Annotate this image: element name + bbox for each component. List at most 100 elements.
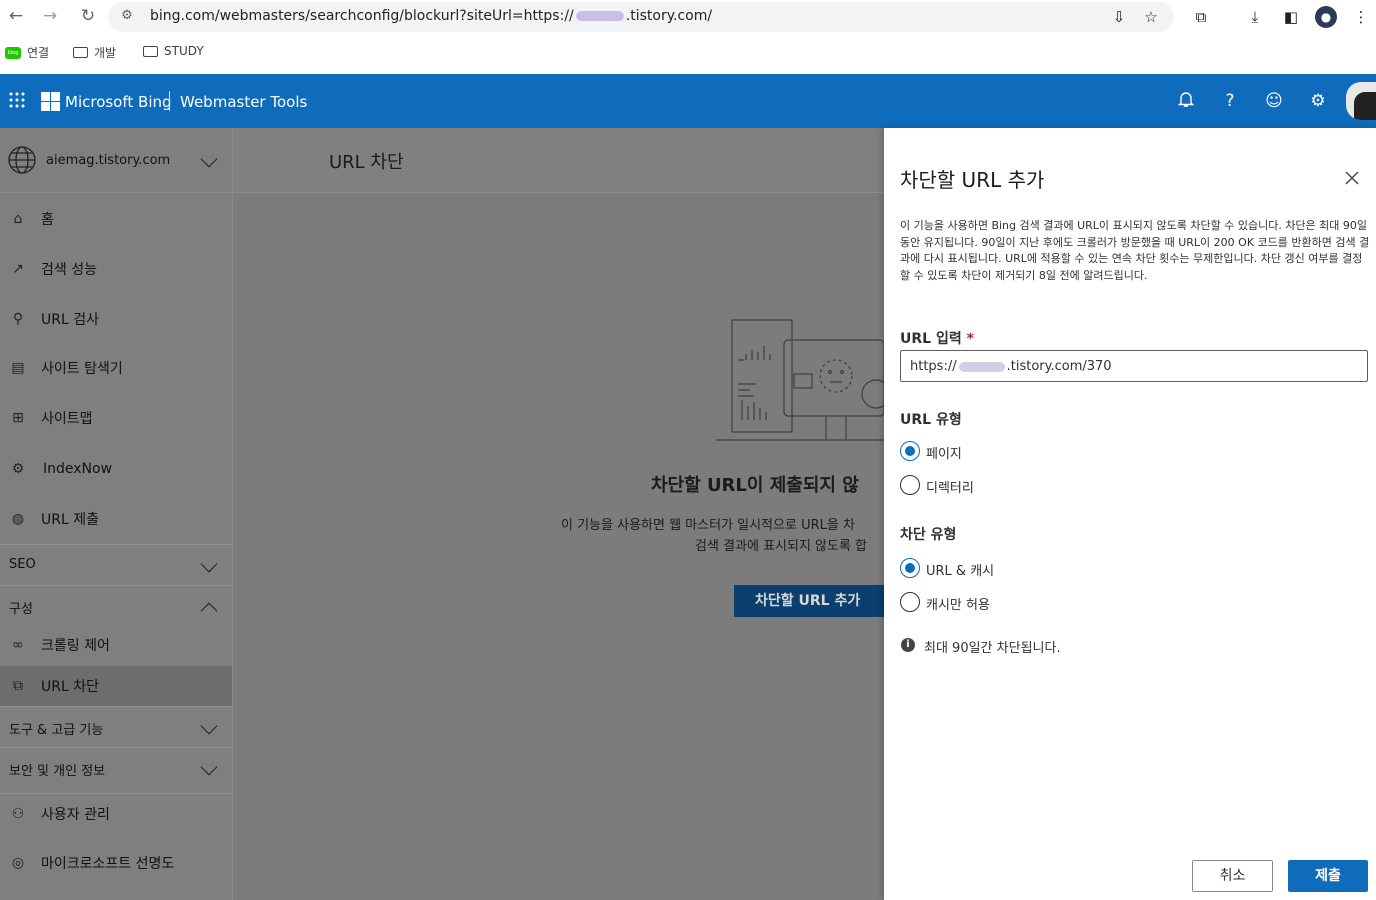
page-title: URL 차단	[329, 152, 404, 173]
folder-icon	[73, 47, 88, 58]
address-url-suffix: .tistory.com/	[625, 8, 713, 24]
url-type-label: URL 유형	[900, 412, 962, 428]
product-name[interactable]: Webmaster Tools	[180, 93, 307, 111]
site-name: aiemag.tistory.com	[46, 153, 171, 168]
add-block-url-panel: 차단할 URL 추가 이 기능을 사용하면 Bing 검색 결과에 URL이 표…	[884, 128, 1376, 900]
clarity-icon: ◎	[11, 855, 25, 871]
download-icon[interactable]: ⤓	[1244, 6, 1266, 28]
microsoft-logo-icon	[41, 92, 60, 111]
sidebar-item-sitemaps[interactable]: ⊞ 사이트맵	[0, 398, 232, 438]
chevron-down-icon	[200, 150, 218, 168]
radio-directory-label[interactable]: 디렉터리	[926, 477, 974, 496]
sidebar-item-label: 사용자 관리	[41, 806, 110, 823]
sitemap-icon: ⊞	[12, 410, 24, 426]
user-avatar[interactable]	[1346, 82, 1376, 120]
sidebar-item-clarity[interactable]: ◎ 마이크로소프트 선명도	[0, 843, 232, 883]
empty-state-title: 차단할 URL이 제출되지 않	[651, 475, 859, 496]
sidebar-item-label: 크롤링 제어	[41, 638, 110, 654]
forward-icon[interactable]: →	[38, 4, 62, 28]
profile-avatar[interactable]: ●	[1315, 6, 1337, 28]
sidebar-item-url-submission[interactable]: ◍ URL 제출	[0, 499, 232, 539]
sidebar-section-tools[interactable]: 도구 & 고급 기능	[0, 706, 232, 746]
reload-icon[interactable]: ↻	[76, 4, 100, 28]
sidebar-item-label: URL 차단	[41, 679, 99, 695]
address-url: bing.com/webmasters/searchconfig/blockur…	[150, 8, 712, 24]
document-icon: ▤	[11, 360, 25, 376]
back-icon[interactable]: ←	[4, 4, 28, 28]
section-label: SEO	[9, 557, 36, 572]
sidebar-item-label: 사이트맵	[41, 411, 93, 427]
panel-title: 차단할 URL 추가	[900, 168, 1045, 192]
sidebar-section-security[interactable]: 보안 및 개인 정보	[0, 747, 232, 787]
site-info-icon[interactable]: ⚙	[118, 8, 136, 26]
globe-icon: ◍	[11, 511, 25, 527]
brand-name[interactable]: Microsoft Bing	[65, 93, 172, 111]
sidebar-item-block-urls[interactable]: ⧉ URL 차단	[0, 666, 232, 706]
sidebar-item-search-performance[interactable]: ↗ 검색 성능	[0, 249, 232, 289]
menu-icon[interactable]: ⋮	[1350, 6, 1372, 28]
sidebar-item-url-inspection[interactable]: ⚲ URL 검사	[0, 299, 232, 339]
app-header: Microsoft Bing Webmaster Tools ? ☺ ⚙	[0, 74, 1376, 128]
sidebar-item-label: IndexNow	[43, 461, 113, 477]
sidebar-section-seo[interactable]: SEO	[0, 544, 232, 584]
url-input[interactable]: https:// .tistory.com/370	[900, 350, 1368, 382]
url-input-suffix: .tistory.com/370	[1006, 359, 1112, 374]
radio-page[interactable]	[900, 441, 920, 461]
add-block-url-button[interactable]: 차단할 URL 추가	[734, 585, 884, 617]
bookmark-dev[interactable]: 개발	[73, 44, 116, 61]
sidebar-section-config[interactable]: 구성	[0, 585, 232, 625]
extensions-icon[interactable]: ⧉	[1190, 6, 1212, 28]
bookmark-study[interactable]: STUDY	[143, 44, 204, 58]
radio-cache-only[interactable]	[900, 592, 920, 612]
bookmark-connect[interactable]: blog 연결	[5, 44, 49, 61]
chevron-up-icon	[200, 602, 218, 620]
cancel-button[interactable]: 취소	[1192, 860, 1273, 892]
empty-state-line2: 검색 결과에 표시되지 않도록 합	[695, 539, 868, 554]
sidebar: aiemag.tistory.com ⌂ 홈 ↗ 검색 성능 ⚲ URL 검사 …	[0, 128, 233, 900]
help-icon[interactable]: ?	[1219, 90, 1241, 112]
sidebar-item-crawl-control[interactable]: ∞ 크롤링 제어	[0, 625, 232, 665]
radio-directory[interactable]	[900, 475, 920, 495]
install-app-icon[interactable]: ⇩	[1108, 6, 1130, 28]
section-label: 구성	[9, 602, 33, 617]
url-input-label-text: URL 입력	[900, 331, 962, 347]
sidebar-item-label: 홈	[41, 212, 54, 228]
sidepanel-icon[interactable]: ◧	[1280, 6, 1302, 28]
main-content: URL 차단 차단할 URL이 제출되지 않 이 기능을 사용하면 웹 마스터가…	[233, 128, 885, 900]
empty-state-illustration	[716, 319, 885, 441]
page-header: URL 차단	[233, 128, 885, 193]
sidebar-item-label: 마이크로소프트 선명도	[41, 856, 175, 872]
radio-cache-only-label[interactable]: 캐시만 허용	[926, 594, 990, 613]
redacted-blur	[575, 11, 624, 21]
bookmark-label: 연결	[27, 46, 50, 60]
sidebar-item-site-explorer[interactable]: ▤ 사이트 탐색기	[0, 348, 232, 388]
info-text: 최대 90일간 차단됩니다.	[924, 641, 1061, 656]
empty-state-line1: 이 기능을 사용하면 웹 마스터가 일시적으로 URL을 차	[561, 518, 855, 533]
radio-page-label[interactable]: 페이지	[926, 443, 962, 462]
radio-url-and-cache[interactable]	[900, 558, 920, 578]
blog-badge-icon: blog	[5, 46, 21, 59]
chevron-down-icon	[200, 758, 218, 776]
sidebar-item-label: 검색 성능	[41, 262, 97, 278]
home-icon: ⌂	[13, 211, 23, 227]
submit-button[interactable]: 제출	[1288, 860, 1368, 892]
header-divider	[169, 91, 170, 111]
panel-description: 이 기능을 사용하면 Bing 검색 결과에 URL이 표시되지 않도록 차단할…	[900, 219, 1370, 282]
sidebar-item-home[interactable]: ⌂ 홈	[0, 199, 232, 239]
site-selector[interactable]: aiemag.tistory.com	[0, 128, 232, 193]
sidebar-item-label: URL 제출	[41, 512, 99, 528]
folder-icon	[143, 45, 158, 57]
close-icon[interactable]	[1344, 170, 1360, 186]
notification-bell-icon[interactable]	[1175, 90, 1197, 112]
search-icon: ⚲	[12, 311, 24, 327]
radio-url-and-cache-label[interactable]: URL & 캐시	[926, 560, 994, 579]
gear-icon: ⚙	[11, 461, 25, 477]
bookmark-label: 개발	[94, 46, 117, 60]
sidebar-item-indexnow[interactable]: ⚙ IndexNow	[0, 449, 232, 489]
feedback-smiley-icon[interactable]: ☺	[1263, 90, 1285, 112]
sidebar-item-user-management[interactable]: ⚇ 사용자 관리	[0, 793, 232, 833]
app-launcher-icon[interactable]	[9, 92, 25, 108]
settings-gear-icon[interactable]: ⚙	[1307, 90, 1329, 112]
bookmark-star-icon[interactable]: ☆	[1140, 6, 1162, 28]
browser-chrome: ← → ↻ ⚙ bing.com/webmasters/searchconfig…	[0, 0, 1376, 74]
